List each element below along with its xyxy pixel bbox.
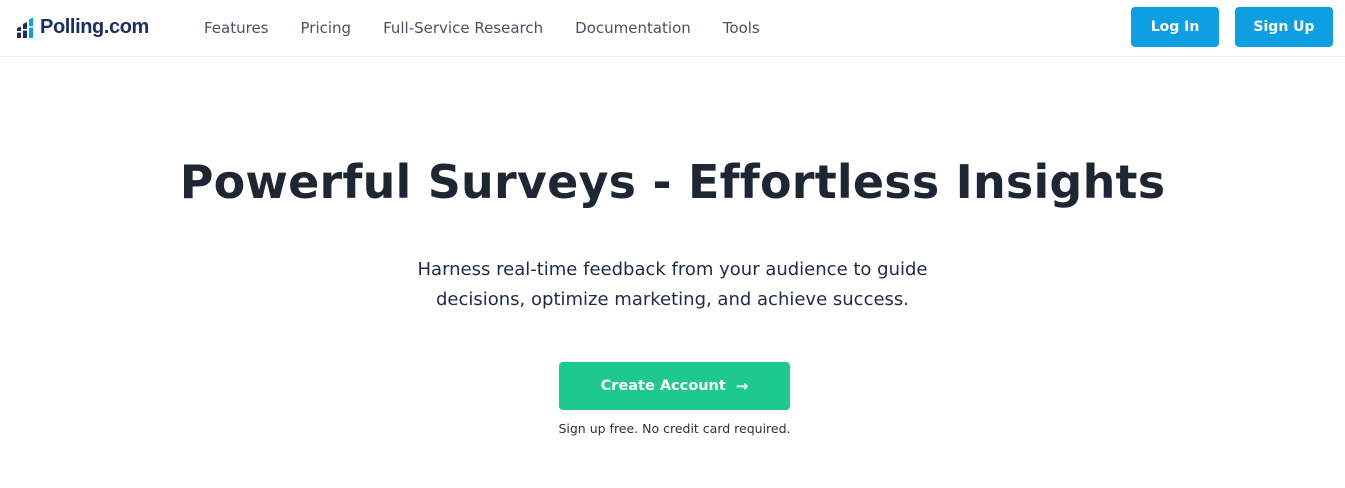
top-navbar: Polling.com Features Pricing Full-Servic…	[0, 0, 1345, 57]
nav-pricing[interactable]: Pricing	[285, 19, 368, 37]
nav-full-service-research[interactable]: Full-Service Research	[367, 19, 559, 37]
brand-name: Polling.com	[40, 15, 149, 38]
nav-features[interactable]: Features	[188, 19, 285, 37]
hero-title: Powerful Surveys - Effortless Insights	[179, 155, 1166, 209]
create-account-button[interactable]: Create Account →	[559, 362, 790, 410]
signup-button[interactable]: Sign Up	[1235, 7, 1333, 47]
create-account-label: Create Account	[600, 378, 726, 394]
login-button[interactable]: Log In	[1131, 7, 1219, 47]
signup-note: Sign up free. No credit card required.	[558, 421, 791, 436]
arrow-right-icon: →	[735, 377, 749, 395]
brand-logo[interactable]: Polling.com	[16, 14, 149, 40]
hero-subtitle: Harness real-time feedback from your aud…	[417, 259, 928, 310]
nav-documentation[interactable]: Documentation	[559, 19, 707, 37]
nav-tools[interactable]: Tools	[707, 19, 776, 37]
bar-chart-icon	[17, 17, 33, 38]
main-nav: Features Pricing Full-Service Research D…	[188, 0, 776, 56]
